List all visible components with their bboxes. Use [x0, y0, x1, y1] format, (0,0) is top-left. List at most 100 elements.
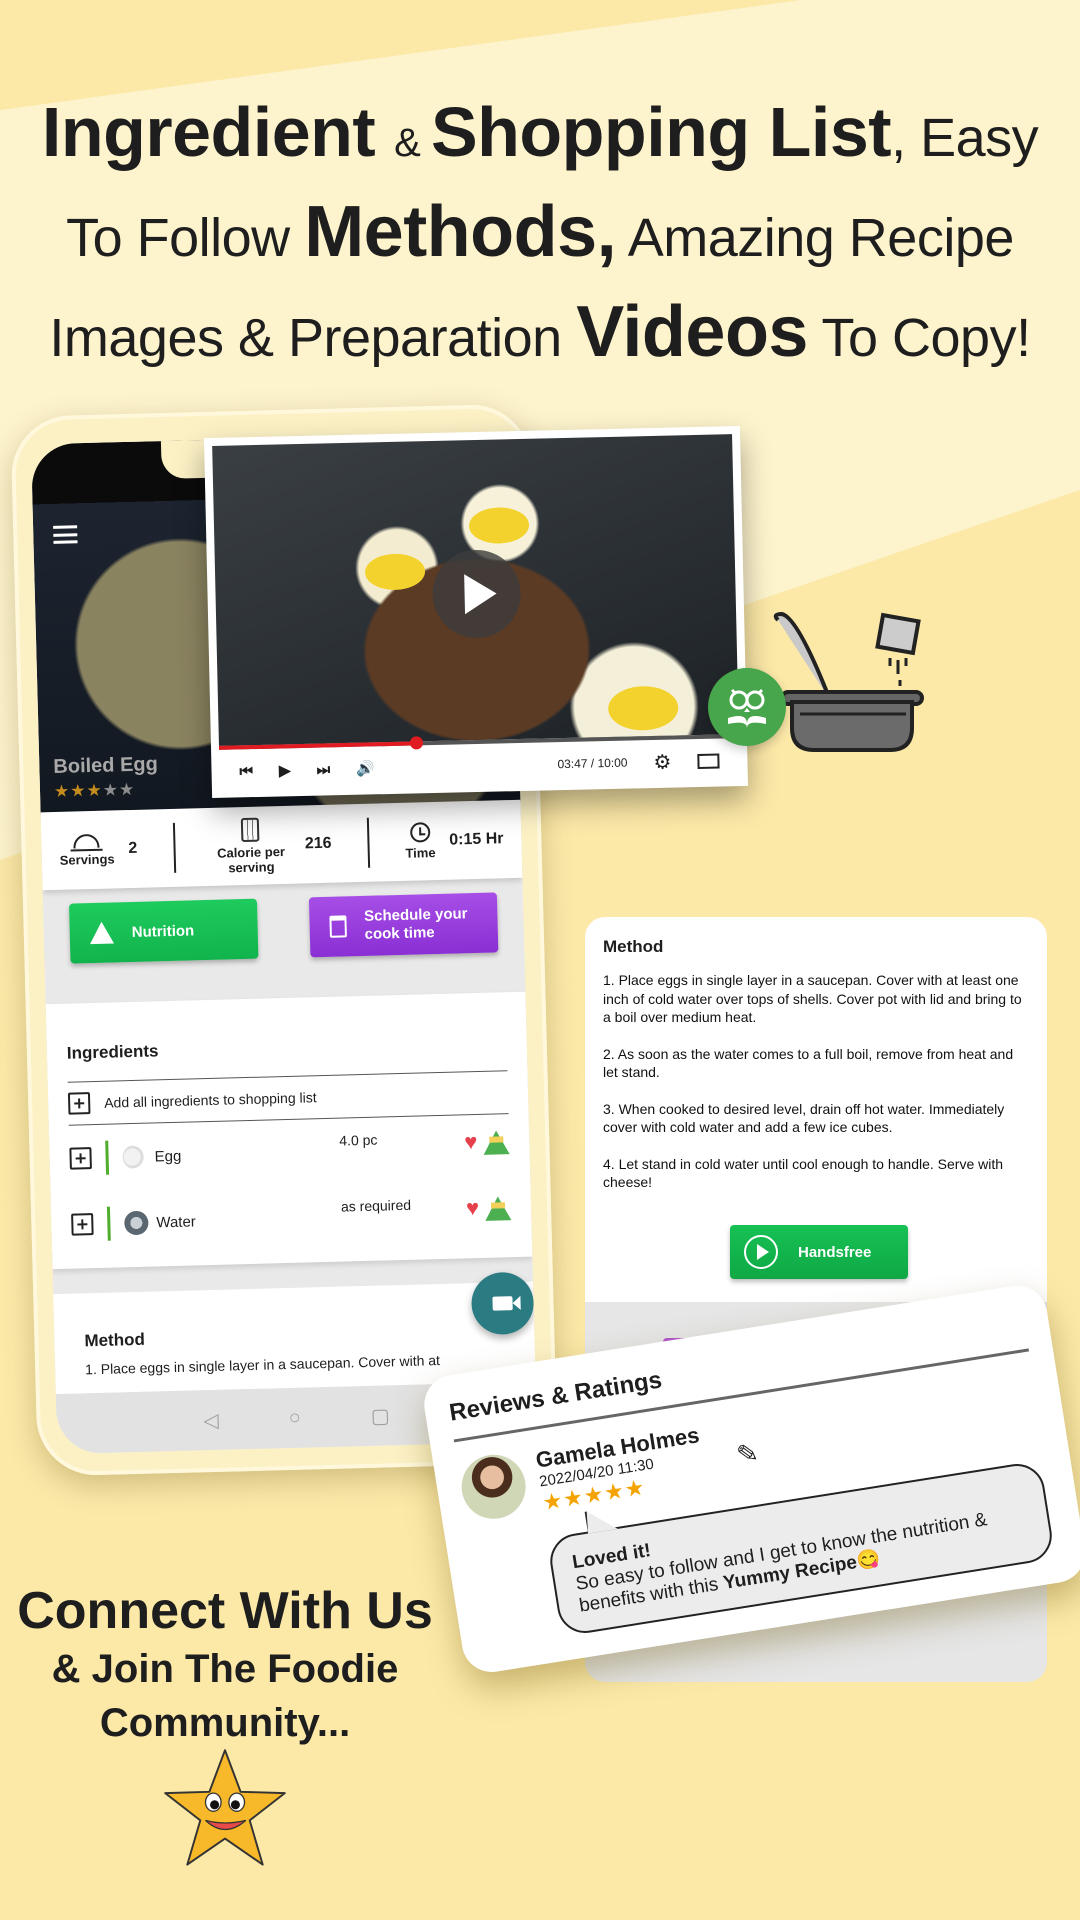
fullscreen-icon[interactable] [697, 753, 720, 769]
nav-home-button[interactable]: ○ [288, 1406, 301, 1429]
cloche-icon [73, 833, 100, 848]
headline-segment: Videos [576, 292, 808, 372]
star-empty-icon: ★ [118, 779, 136, 800]
connect-line-1: Connect With Us [17, 1582, 433, 1640]
play-circle-icon [744, 1235, 778, 1269]
stat-time: Time 0:15 Hr [405, 820, 504, 861]
headline: Ingredient & Shopping List, Easy To Foll… [0, 92, 1080, 392]
video-frame-eggs[interactable] [212, 434, 739, 746]
headline-segment: & [394, 121, 431, 165]
connect-line-2: & Join The Foodie [51, 1647, 399, 1691]
stat-calories: Calorie per serving 216 [210, 815, 332, 875]
nutrition-button[interactable]: Nutrition [68, 898, 259, 964]
video-camera-icon [492, 1296, 513, 1311]
method-preview-title: Method [84, 1329, 146, 1351]
method-card: Method 1. Place eggs in single layer in … [585, 917, 1047, 1302]
ingredient-accent-bar [106, 1206, 111, 1241]
handsfree-label: Handsfree [798, 1243, 872, 1261]
nav-back-button[interactable]: ◁ [203, 1407, 219, 1432]
calendar-clock-icon [329, 915, 347, 938]
edit-pencil-icon[interactable]: ✎ [734, 1437, 760, 1471]
egg-thumbnail [122, 1144, 147, 1170]
add-ingredient-button[interactable] [69, 1147, 92, 1170]
add-all-label: Add all ingredients to shopping list [103, 1089, 317, 1111]
plus-box-icon [67, 1092, 91, 1115]
handsfree-button[interactable]: Handsfree [730, 1225, 908, 1279]
method-preview-text: 1. Place eggs in single layer in a sauce… [84, 1352, 441, 1378]
previous-icon[interactable]: ⏮ [239, 763, 253, 780]
play-overlay-button[interactable] [431, 548, 522, 639]
food-pyramid-icon [89, 921, 115, 945]
nutrition-pyramid-icon[interactable] [483, 1130, 510, 1155]
headline-segment: Methods, [304, 192, 617, 272]
nav-recent-button[interactable]: ▢ [370, 1403, 390, 1428]
headline-line-2: To Follow Methods, Amazing Recipe [0, 192, 1080, 292]
add-ingredient-button[interactable] [71, 1213, 94, 1236]
method-step: 2. As soon as the water comes to a full … [603, 1045, 1014, 1081]
star-filled-icon: ★ [53, 781, 71, 801]
next-icon[interactable]: ⏭ [316, 761, 330, 778]
action-buttons: Nutrition Schedule your cook time [43, 892, 524, 965]
divider [172, 822, 176, 873]
nutrition-button-label: Nutrition [131, 921, 195, 941]
video-player: ⏮ ▶ ⏭ 🔊 03:47 / 10:00 ⚙ [203, 425, 749, 799]
star-filled-icon: ★ [622, 1474, 648, 1503]
headline-segment: To Copy! [807, 308, 1031, 368]
ingredients-card: Ingredients Add all ingredients to shopp… [45, 991, 533, 1270]
health-heart-icon[interactable]: ♥ [464, 1129, 478, 1155]
calorie-calculator-icon [241, 817, 260, 842]
divider [366, 817, 371, 868]
recipe-stats-bar: Servings 2 Calorie per serving 216 Time … [40, 799, 523, 891]
calorie-value: 216 [304, 834, 332, 853]
clock-icon [409, 822, 431, 843]
schedule-button-label: Schedule your cook time [363, 905, 468, 943]
yum-emoji-icon: 😋 [855, 1548, 882, 1573]
ingredients-title: Ingredients [66, 1041, 159, 1063]
headline-segment: Images & Preparation [49, 308, 577, 368]
star-filled-icon: ★ [86, 780, 104, 801]
ingredient-quantity: 4.0 pc [339, 1131, 378, 1149]
reviewer-avatar [457, 1450, 531, 1524]
headline-segment: Amazing Recipe [616, 208, 1015, 268]
ingredient-quantity: as required [340, 1196, 412, 1215]
method-step: 4. Let stand in cold water until cool en… [603, 1155, 1004, 1191]
star-filled-icon: ★ [70, 781, 87, 801]
volume-icon[interactable]: 🔊 [356, 759, 375, 777]
headline-segment: To Follow [66, 208, 305, 268]
time-label: Time [405, 845, 436, 861]
headline-line-3: Images & Preparation Videos To Copy! [0, 292, 1080, 392]
ingredient-name: Egg [154, 1147, 182, 1165]
settings-gear-icon[interactable]: ⚙ [653, 749, 672, 774]
method-title: Method [603, 937, 664, 956]
headline-segment: , Easy [891, 108, 1039, 168]
headline-line-1: Ingredient & Shopping List, Easy [0, 92, 1080, 192]
method-step: 1. Place eggs in single layer in a sauce… [603, 972, 1022, 1025]
owl-book-logo-icon [708, 668, 786, 746]
video-progress-handle[interactable] [409, 736, 423, 750]
time-value: 0:15 Hr [449, 830, 504, 849]
star-empty-icon: ★ [102, 780, 120, 800]
schedule-cook-time-button[interactable]: Schedule your cook time [308, 892, 499, 958]
nutrition-pyramid-icon[interactable] [484, 1196, 512, 1221]
stat-servings: Servings 2 [59, 832, 138, 867]
headline-segment: Shopping List [430, 93, 892, 171]
play-icon [464, 573, 498, 615]
water-thumbnail [124, 1210, 149, 1236]
play-icon[interactable]: ▶ [279, 761, 291, 779]
cooking-pot-icon [773, 611, 924, 752]
smiling-star-mascot-icon [164, 1749, 286, 1866]
recipe-title: Boiled Egg [53, 753, 159, 778]
calorie-label: Calorie per serving [216, 843, 286, 875]
connect-callout: Connect With Us & Join The Foodie Commun… [0, 1580, 450, 1750]
hamburger-menu-icon[interactable] [53, 525, 78, 544]
ingredient-name: Water [156, 1212, 197, 1231]
headline-segment: Ingredient [41, 93, 395, 171]
method-step: 3. When cooked to desired level, drain o… [603, 1100, 1005, 1136]
ingredient-row: Water as required ♥ [71, 1180, 513, 1257]
ingredient-row: Egg 4.0 pc ♥ [69, 1114, 511, 1191]
recipe-rating-stars: ★★★★★ [54, 780, 136, 802]
health-heart-icon[interactable]: ♥ [466, 1195, 480, 1221]
servings-value: 2 [128, 839, 138, 858]
connect-line-3: Community... [99, 1701, 351, 1745]
video-time: 03:47 / 10:00 [557, 755, 628, 772]
